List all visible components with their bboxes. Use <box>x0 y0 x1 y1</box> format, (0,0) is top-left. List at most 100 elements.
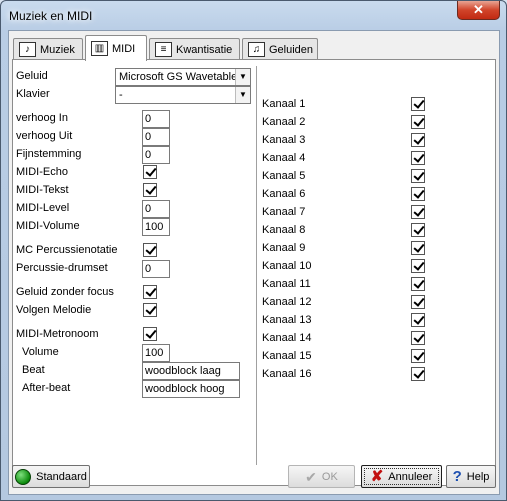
chevron-down-icon[interactable]: ▼ <box>235 69 250 85</box>
volume-label: Volume <box>22 346 59 358</box>
geluid-label: Geluid <box>16 70 48 82</box>
red-x-icon: ✘ <box>370 468 384 485</box>
sounds-icon: ♫ <box>248 42 265 57</box>
beat-input[interactable]: woodblock laag <box>142 362 240 380</box>
klavier-value: - <box>119 89 123 101</box>
tab-muziek[interactable]: ♪ Muziek <box>13 38 83 60</box>
channel-checkbox[interactable] <box>411 259 425 273</box>
music-note-icon: ♪ <box>19 42 36 57</box>
verhoog-uit-label: verhoog Uit <box>16 130 73 142</box>
mc-percussie-checkbox[interactable] <box>143 243 157 257</box>
tab-label: MIDI <box>112 42 136 55</box>
channel-label: Kanaal 7 <box>262 206 306 218</box>
fijnstemming-label: Fijnstemming <box>16 148 82 160</box>
midi-volume-input[interactable]: 100 <box>142 218 170 236</box>
channel-label: Kanaal 8 <box>262 224 306 236</box>
channel-checkbox[interactable] <box>411 169 425 183</box>
klavier-label: Klavier <box>16 88 50 100</box>
verhoog-in-label: verhoog In <box>16 112 68 124</box>
window-title: Muziek en MIDI <box>9 9 93 23</box>
midi-level-input[interactable]: 0 <box>142 200 170 218</box>
channel-checkbox[interactable] <box>411 313 425 327</box>
channel-label: Kanaal 2 <box>262 116 306 128</box>
channel-checkbox[interactable] <box>411 205 425 219</box>
channel-label: Kanaal 15 <box>262 350 312 362</box>
tab-label: Muziek <box>40 43 75 56</box>
standaard-button[interactable]: Standaard <box>12 465 90 488</box>
help-button[interactable]: ? Help <box>446 465 496 488</box>
checkmark-icon: ✔ <box>305 468 317 485</box>
midi-tab-page: Geluid Microsoft GS Wavetable ▼ Klavier … <box>12 59 496 486</box>
channel-label: Kanaal 9 <box>262 242 306 254</box>
channel-label: Kanaal 16 <box>262 368 312 380</box>
chevron-down-icon[interactable]: ▼ <box>235 87 250 103</box>
channel-checkbox[interactable] <box>411 277 425 291</box>
channel-checkbox[interactable] <box>411 97 425 111</box>
annuleer-label: Annuleer <box>388 470 433 483</box>
midi-volume-label: MIDI-Volume <box>16 220 80 232</box>
tab-label: Kwantisatie <box>176 43 233 56</box>
channel-label: Kanaal 14 <box>262 332 312 344</box>
dialog-client: ♪ Muziek ▥ MIDI ≡ Kwantisatie ♫ Geluiden… <box>8 30 500 495</box>
ok-label: OK <box>321 470 338 483</box>
channel-checkbox[interactable] <box>411 115 425 129</box>
channel-label: Kanaal 12 <box>262 296 312 308</box>
beat-label: Beat <box>22 364 45 376</box>
channel-label: Kanaal 5 <box>262 170 306 182</box>
close-button[interactable]: ✕ <box>457 1 500 20</box>
channel-label: Kanaal 1 <box>262 98 306 110</box>
volgen-melodie-checkbox[interactable] <box>143 303 157 317</box>
percussie-drumset-input[interactable]: 0 <box>142 260 170 278</box>
geluid-zonder-focus-checkbox[interactable] <box>143 285 157 299</box>
afterbeat-label: After-beat <box>22 382 71 394</box>
tab-kwantisatie[interactable]: ≡ Kwantisatie <box>149 38 240 60</box>
tab-geluiden[interactable]: ♫ Geluiden <box>242 38 318 60</box>
channel-checkbox[interactable] <box>411 133 425 147</box>
mc-percussie-label: MC Percussienotatie <box>16 244 118 256</box>
channel-checkbox[interactable] <box>411 367 425 381</box>
annuleer-button[interactable]: ✘ Annuleer <box>361 465 442 488</box>
fijnstemming-input[interactable]: 0 <box>142 146 170 164</box>
channel-checkbox[interactable] <box>411 331 425 345</box>
percussie-drumset-label: Percussie-drumset <box>16 262 108 274</box>
geluid-select[interactable]: Microsoft GS Wavetable ▼ <box>115 68 251 86</box>
help-label: Help <box>466 470 490 483</box>
geluid-zonder-focus-label: Geluid zonder focus <box>16 286 114 298</box>
question-mark-icon: ? <box>452 468 462 485</box>
midi-echo-checkbox[interactable] <box>143 165 157 179</box>
tab-label: Geluiden <box>269 43 314 56</box>
midi-level-label: MIDI-Level <box>16 202 70 214</box>
channel-checkbox[interactable] <box>411 151 425 165</box>
channel-checkbox[interactable] <box>411 187 425 201</box>
midi-tekst-label: MIDI-Tekst <box>16 184 69 196</box>
channel-label: Kanaal 10 <box>262 260 312 272</box>
metronoom-checkbox[interactable] <box>143 327 157 341</box>
channel-label: Kanaal 3 <box>262 134 306 146</box>
channel-checkbox[interactable] <box>411 241 425 255</box>
title-bar[interactable]: Muziek en MIDI ✕ <box>1 1 506 31</box>
klavier-select[interactable]: - ▼ <box>115 86 251 104</box>
geluid-value: Microsoft GS Wavetable <box>119 71 238 83</box>
channel-label: Kanaal 4 <box>262 152 306 164</box>
channel-label: Kanaal 6 <box>262 188 306 200</box>
ok-button[interactable]: ✔ OK <box>288 465 355 488</box>
channel-checkbox[interactable] <box>411 223 425 237</box>
midi-keyboard-icon: ▥ <box>91 41 108 56</box>
midi-tekst-checkbox[interactable] <box>143 183 157 197</box>
midi-echo-label: MIDI-Echo <box>16 166 68 178</box>
volume-input[interactable]: 100 <box>142 344 170 362</box>
green-circle-icon <box>15 468 32 485</box>
verhoog-uit-input[interactable]: 0 <box>142 128 170 146</box>
channel-label: Kanaal 11 <box>262 278 311 290</box>
verhoog-in-input[interactable]: 0 <box>142 110 170 128</box>
standaard-label: Standaard <box>36 470 87 483</box>
channel-label: Kanaal 13 <box>262 314 312 326</box>
column-divider <box>256 66 258 465</box>
afterbeat-input[interactable]: woodblock hoog <box>142 380 240 398</box>
volgen-melodie-label: Volgen Melodie <box>16 304 92 316</box>
metronoom-label: MIDI-Metronoom <box>16 328 99 340</box>
channel-checkbox[interactable] <box>411 349 425 363</box>
dialog-window: Muziek en MIDI ✕ ♪ Muziek ▥ MIDI ≡ Kwant… <box>0 0 507 501</box>
channel-checkbox[interactable] <box>411 295 425 309</box>
tab-midi[interactable]: ▥ MIDI <box>85 35 147 61</box>
